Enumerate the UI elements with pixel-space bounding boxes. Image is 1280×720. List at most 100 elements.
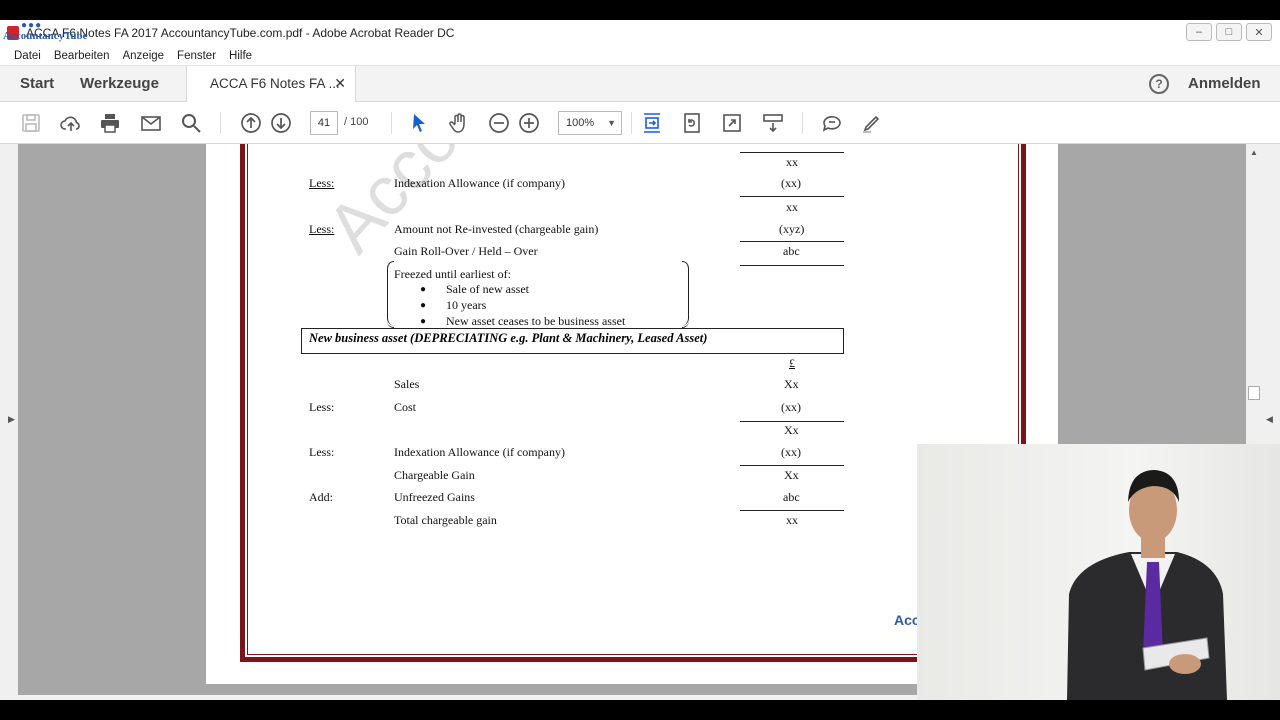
amount-cell: xx <box>786 155 798 169</box>
row-description: Unfreezed Gains <box>394 490 475 504</box>
amount-cell: (xx) <box>781 445 801 459</box>
select-cursor-icon[interactable] <box>407 111 431 135</box>
row-description: Indexation Allowance (if company) <box>394 176 565 190</box>
menu-datei[interactable]: Datei <box>14 50 41 62</box>
frozen-item: New asset ceases to be business asset <box>446 314 626 328</box>
rule <box>740 265 844 266</box>
menu-fenster[interactable]: Fenster <box>177 50 216 62</box>
expand-left-icon: ▶ <box>8 414 15 424</box>
left-panel-toggle[interactable]: ▶ <box>0 144 18 700</box>
menu-anzeige[interactable]: Anzeige <box>122 50 164 62</box>
currency-symbol: £ <box>789 356 795 370</box>
section-heading: New business asset (DEPRECIATING e.g. Pl… <box>301 328 844 354</box>
amount-cell: xx <box>786 200 798 214</box>
highlight-pen-icon[interactable] <box>860 111 884 135</box>
page-down-icon[interactable] <box>269 111 293 135</box>
email-icon[interactable] <box>139 111 163 135</box>
amount-cell: abc <box>783 244 800 258</box>
zoom-select[interactable]: 100% ▼ <box>558 111 622 135</box>
amount-cell: xx <box>786 513 798 527</box>
rule <box>740 421 844 422</box>
zoom-out-icon[interactable] <box>487 111 511 135</box>
amount-cell: Xx <box>784 377 799 391</box>
tab-document[interactable]: ACCA F6 Notes FA ... ✕ <box>186 66 356 103</box>
menu-hilfe[interactable]: Hilfe <box>229 50 252 62</box>
toolbar-divider <box>802 112 803 134</box>
hand-icon[interactable] <box>447 111 471 135</box>
amount-cell: Xx <box>784 468 799 482</box>
bullet-icon: ● <box>420 284 427 295</box>
toolbar: 41 / 100 100% ▼ <box>0 102 1280 144</box>
amount-cell: abc <box>783 490 800 504</box>
row-label: Less: <box>309 445 335 459</box>
amount-cell: (xyz) <box>779 222 805 236</box>
save-icon[interactable] <box>19 111 43 135</box>
tab-bar: Start Werkzeuge ACCA F6 Notes FA ... ✕ ?… <box>0 66 1280 103</box>
expand-right-icon: ◀ <box>1266 414 1273 424</box>
rule <box>740 465 844 466</box>
fit-page-icon[interactable] <box>640 111 664 135</box>
fullscreen-icon[interactable] <box>720 111 744 135</box>
row-label: Less: <box>309 222 335 236</box>
upload-icon[interactable] <box>59 111 83 135</box>
window-title: ACCA F6 Notes FA 2017 AccountancyTube.co… <box>26 26 455 40</box>
tab-tools[interactable]: Werkzeuge <box>80 75 159 92</box>
rule <box>740 152 844 153</box>
rule <box>740 510 844 511</box>
row-label: Add: <box>309 490 333 504</box>
toolbar-divider <box>220 112 221 134</box>
page-number-input[interactable]: 41 <box>310 111 338 135</box>
row-description: Indexation Allowance (if company) <box>394 445 565 459</box>
corner-logo-text: Acc <box>894 612 920 628</box>
menu-bearbeiten[interactable]: Bearbeiten <box>54 50 110 62</box>
tab-start[interactable]: Start <box>20 75 54 92</box>
video-letterbox-bottom <box>0 700 1280 720</box>
accountancytube-logo: ●●● AccountancyTube <box>3 20 88 42</box>
menu-bar: Datei Bearbeiten Anzeige Fenster Hilfe <box>0 46 1280 66</box>
amount-cell: (xx) <box>781 400 801 414</box>
minimize-button[interactable]: – <box>1186 23 1212 41</box>
logo-text: AccountancyTube <box>3 30 88 42</box>
bullet-icon: ● <box>420 300 427 311</box>
row-description: Total chargeable gain <box>394 513 497 527</box>
scroll-up-icon[interactable]: ▲ <box>1250 148 1258 157</box>
tab-document-label: ACCA F6 Notes FA ... <box>210 76 340 91</box>
row-label: Less: <box>309 400 335 414</box>
frozen-item: 10 years <box>446 298 487 312</box>
amount-cell: Xx <box>784 423 799 437</box>
row-label: Less: <box>309 176 335 190</box>
zoom-value: 100% <box>566 117 595 129</box>
rotate-icon[interactable] <box>680 111 704 135</box>
scrollbar-thumb[interactable] <box>1248 386 1260 400</box>
print-icon[interactable] <box>98 111 122 135</box>
search-icon[interactable] <box>179 111 203 135</box>
window-controls: – □ ✕ <box>1186 23 1272 41</box>
toolbar-divider <box>391 112 392 134</box>
amount-cell: (xx) <box>781 176 801 190</box>
tab-close-icon[interactable]: ✕ <box>334 75 346 92</box>
presenter-figure <box>1067 470 1227 700</box>
chevron-down-icon: ▼ <box>607 118 616 128</box>
close-button[interactable]: ✕ <box>1246 23 1272 41</box>
page-up-icon[interactable] <box>239 111 263 135</box>
logo-figures-icon: ●●● <box>21 20 43 31</box>
frozen-title: Freezed until earliest of: <box>394 267 511 281</box>
bullet-icon: ● <box>420 316 427 327</box>
title-bar: ACCA F6 Notes FA 2017 AccountancyTube.co… <box>0 20 1280 46</box>
zoom-in-icon[interactable] <box>517 111 541 135</box>
help-icon[interactable]: ? <box>1149 74 1169 94</box>
row-description: Amount not Re-invested (chargeable gain) <box>394 222 599 236</box>
maximize-button[interactable]: □ <box>1216 23 1242 41</box>
toolbar-divider <box>631 112 632 134</box>
rule <box>740 241 844 242</box>
frozen-item: Sale of new asset <box>446 282 529 296</box>
sign-in-button[interactable]: Anmelden <box>1188 75 1261 92</box>
row-description: Chargeable Gain <box>394 468 475 482</box>
scroll-mode-icon[interactable] <box>761 111 785 135</box>
row-description: Cost <box>394 400 417 414</box>
row-description: Gain Roll-Over / Held – Over <box>394 244 538 258</box>
comment-icon[interactable] <box>820 111 844 135</box>
video-letterbox-top <box>0 0 1280 20</box>
row-description: Sales <box>394 377 420 391</box>
presenter-video <box>917 444 1280 700</box>
